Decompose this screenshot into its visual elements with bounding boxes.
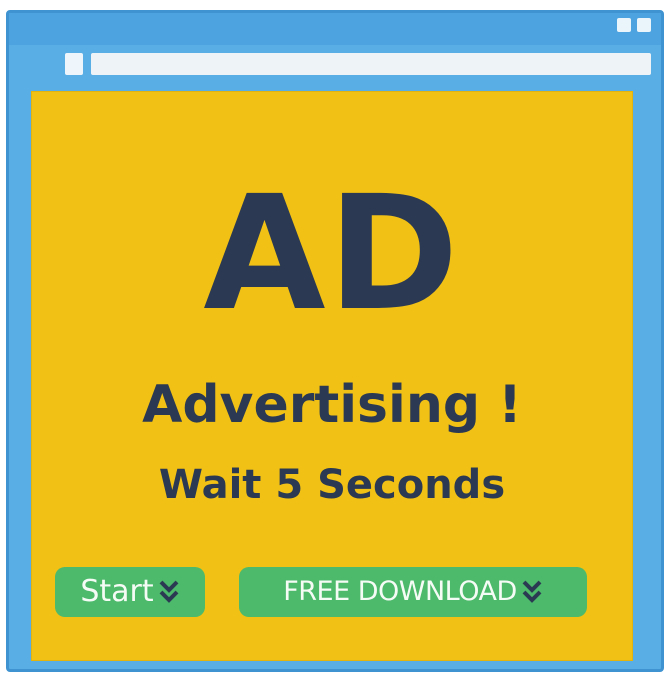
ad-headline: AD bbox=[203, 162, 461, 346]
browser-window: AD Advertising ! Wait 5 Seconds Start FR… bbox=[6, 10, 664, 672]
double-chevron-down-icon bbox=[158, 577, 180, 607]
title-bar bbox=[9, 13, 661, 45]
wait-text: Wait 5 Seconds bbox=[158, 462, 506, 508]
ad-subtitle: Advertising ! bbox=[142, 375, 522, 435]
maximize-button[interactable] bbox=[637, 18, 651, 32]
free-download-button[interactable]: FREE DOWNLOAD bbox=[239, 567, 587, 617]
address-bar[interactable] bbox=[91, 53, 651, 75]
address-row bbox=[9, 45, 661, 83]
start-button-label: Start bbox=[80, 574, 154, 609]
download-button-label: FREE DOWNLOAD bbox=[283, 576, 517, 607]
double-chevron-down-icon bbox=[521, 577, 543, 607]
nav-button[interactable] bbox=[65, 53, 83, 75]
start-button[interactable]: Start bbox=[55, 567, 205, 617]
ad-content: AD Advertising ! Wait 5 Seconds Start FR… bbox=[31, 91, 633, 661]
minimize-button[interactable] bbox=[617, 18, 631, 32]
